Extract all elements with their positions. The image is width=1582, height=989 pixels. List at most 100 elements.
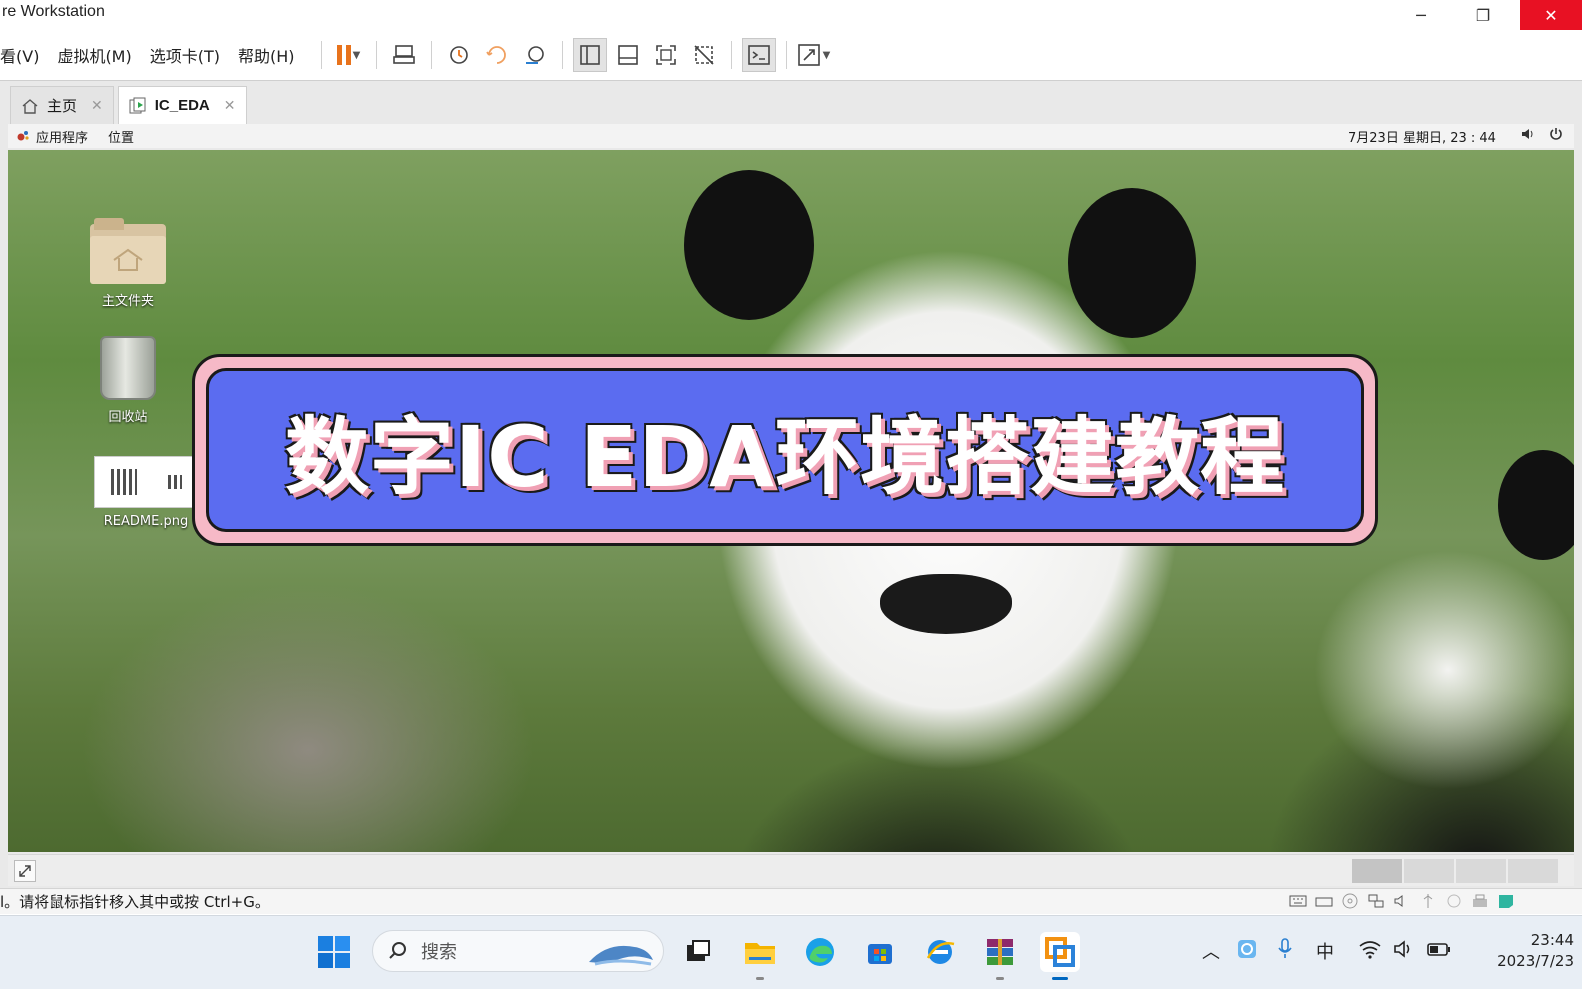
clock-date: 2023/7/23	[1497, 952, 1574, 970]
clock-time: 23:44	[1530, 931, 1574, 949]
vmware-button[interactable]	[1040, 932, 1080, 980]
wifi-icon[interactable]	[1358, 938, 1382, 965]
guest-top-panel: 应用程序 位置 7月23日 星期日, 23 : 44	[8, 124, 1574, 148]
store-button[interactable]	[860, 932, 900, 972]
microphone-icon[interactable]	[1276, 938, 1294, 965]
battery-icon[interactable]	[1426, 938, 1452, 965]
status-bar: l。请将鼠标指针移入其中或按 Ctrl+G。	[0, 888, 1582, 914]
usb-icon[interactable]	[1418, 892, 1438, 910]
volume-icon[interactable]	[1520, 126, 1536, 146]
task-view-button[interactable]	[678, 932, 718, 972]
vm-icon	[129, 97, 147, 115]
full-screen-icon	[655, 45, 676, 65]
minimize-button[interactable]: ─	[1390, 0, 1452, 30]
tab-bar: 主页 ✕ IC_EDA ✕	[10, 86, 251, 124]
edge-icon	[806, 938, 834, 966]
console-view-button[interactable]	[741, 38, 776, 72]
places-menu[interactable]: 位置	[108, 127, 134, 146]
snapshot-icon	[449, 46, 468, 64]
title-bar: re Workstation ─ ❐ ✕	[0, 0, 1582, 30]
desktop-icon-trash[interactable]: 回收站	[78, 336, 178, 425]
menu-help[interactable]: 帮助(H)	[238, 43, 295, 67]
full-screen-button[interactable]	[649, 38, 683, 72]
home-icon	[21, 97, 39, 115]
applications-menu[interactable]: 应用程序	[16, 127, 88, 146]
windows-taskbar: 搜索 ︿ 中 23:44 2023/7/23	[0, 915, 1582, 989]
display-icon[interactable]	[1444, 892, 1464, 910]
trash-icon	[100, 336, 156, 400]
stretch-guest-button[interactable]: ▼	[797, 38, 831, 72]
taskbar-search[interactable]: 搜索	[372, 930, 664, 972]
pause-icon	[336, 45, 351, 65]
chevron-down-icon[interactable]: ▼	[353, 50, 361, 61]
workspace-1[interactable]	[1352, 859, 1402, 883]
edge-button[interactable]	[800, 932, 840, 972]
chevron-down-icon[interactable]: ▼	[823, 50, 831, 61]
window-title: re Workstation	[2, 3, 105, 20]
security-icon[interactable]	[1236, 938, 1258, 965]
desktop-icon-home-folder[interactable]: 主文件夹	[78, 218, 178, 309]
show-library-button[interactable]	[572, 38, 607, 72]
system-clock[interactable]: 23:44 2023/7/23	[1466, 930, 1574, 972]
hard-disk-icon[interactable]	[1314, 892, 1334, 910]
menu-tabs[interactable]: 选项卡(T)	[150, 43, 220, 67]
start-button[interactable]	[314, 932, 354, 972]
close-button[interactable]: ✕	[1520, 0, 1582, 30]
revert-snapshot-button[interactable]	[480, 38, 514, 72]
cd-dvd-icon[interactable]	[1340, 892, 1360, 910]
workspace-switcher[interactable]	[1352, 859, 1558, 883]
file-explorer-button[interactable]	[740, 932, 780, 980]
windows-logo-icon	[318, 936, 350, 968]
winrar-button[interactable]	[980, 932, 1020, 980]
restore-size-button[interactable]	[14, 860, 36, 882]
keyboard-icon[interactable]	[1288, 892, 1308, 910]
send-ctrl-alt-del-button[interactable]	[387, 38, 421, 72]
show-thumbnail-icon	[617, 45, 638, 65]
unity-icon	[693, 45, 714, 65]
toolbar-separator	[730, 41, 732, 69]
panda-wallpaper	[1498, 450, 1574, 560]
close-icon[interactable]: ✕	[91, 98, 103, 114]
panda-wallpaper	[684, 170, 814, 320]
tab-ic-eda[interactable]: IC_EDA ✕	[117, 86, 247, 124]
show-hidden-icons-button[interactable]: ︿	[1202, 938, 1220, 964]
resize-icon	[19, 865, 31, 877]
printer-icon[interactable]	[1470, 892, 1490, 910]
snapshot-button[interactable]	[442, 38, 476, 72]
tab-label: IC_EDA	[154, 97, 210, 114]
restore-button[interactable]: ❐	[1452, 0, 1514, 30]
workspace-2[interactable]	[1404, 859, 1454, 883]
network-icon[interactable]	[1366, 892, 1386, 910]
dolphin-highlight-icon	[589, 945, 653, 966]
volume-icon[interactable]	[1392, 938, 1414, 965]
unity-button[interactable]	[687, 38, 721, 72]
qr-code-icon	[167, 475, 182, 489]
snapshot-manager-icon	[525, 46, 544, 64]
workspace-3[interactable]	[1456, 859, 1506, 883]
toolbar-separator	[430, 41, 432, 69]
store-icon	[868, 944, 892, 964]
ime-indicator[interactable]: 中	[1316, 938, 1334, 964]
guest-clock[interactable]: 7月23日 星期日, 23 : 44	[1348, 127, 1496, 146]
console-view-icon	[747, 45, 770, 65]
sound-icon[interactable]	[1392, 892, 1412, 910]
show-thumbnail-button[interactable]	[611, 38, 645, 72]
vmware-icon	[1045, 937, 1075, 967]
menu-view[interactable]: 看(V)	[0, 43, 39, 67]
close-icon[interactable]: ✕	[224, 97, 236, 114]
image-file-icon	[94, 456, 198, 508]
tab-label: 主页	[47, 97, 78, 115]
workspace-4[interactable]	[1508, 859, 1558, 883]
menu-vm[interactable]: 虚拟机(M)	[57, 43, 131, 67]
power-icon[interactable]	[1548, 126, 1564, 146]
snapshot-manager-button[interactable]	[518, 38, 552, 72]
winrar-icon	[987, 939, 1013, 965]
status-message: l。请将鼠标指针移入其中或按 Ctrl+G。	[0, 893, 270, 911]
ie-button[interactable]	[920, 932, 960, 972]
menu-toolbar: 看(V) 虚拟机(M) 选项卡(T) 帮助(H) ▼ ▼	[0, 32, 1582, 78]
tab-home[interactable]: 主页 ✕	[10, 86, 114, 124]
pause-button[interactable]: ▼	[332, 38, 366, 72]
desktop-icon-readme[interactable]: README.png	[86, 456, 206, 529]
qr-code-icon	[110, 469, 137, 495]
message-log-icon[interactable]	[1496, 892, 1516, 910]
